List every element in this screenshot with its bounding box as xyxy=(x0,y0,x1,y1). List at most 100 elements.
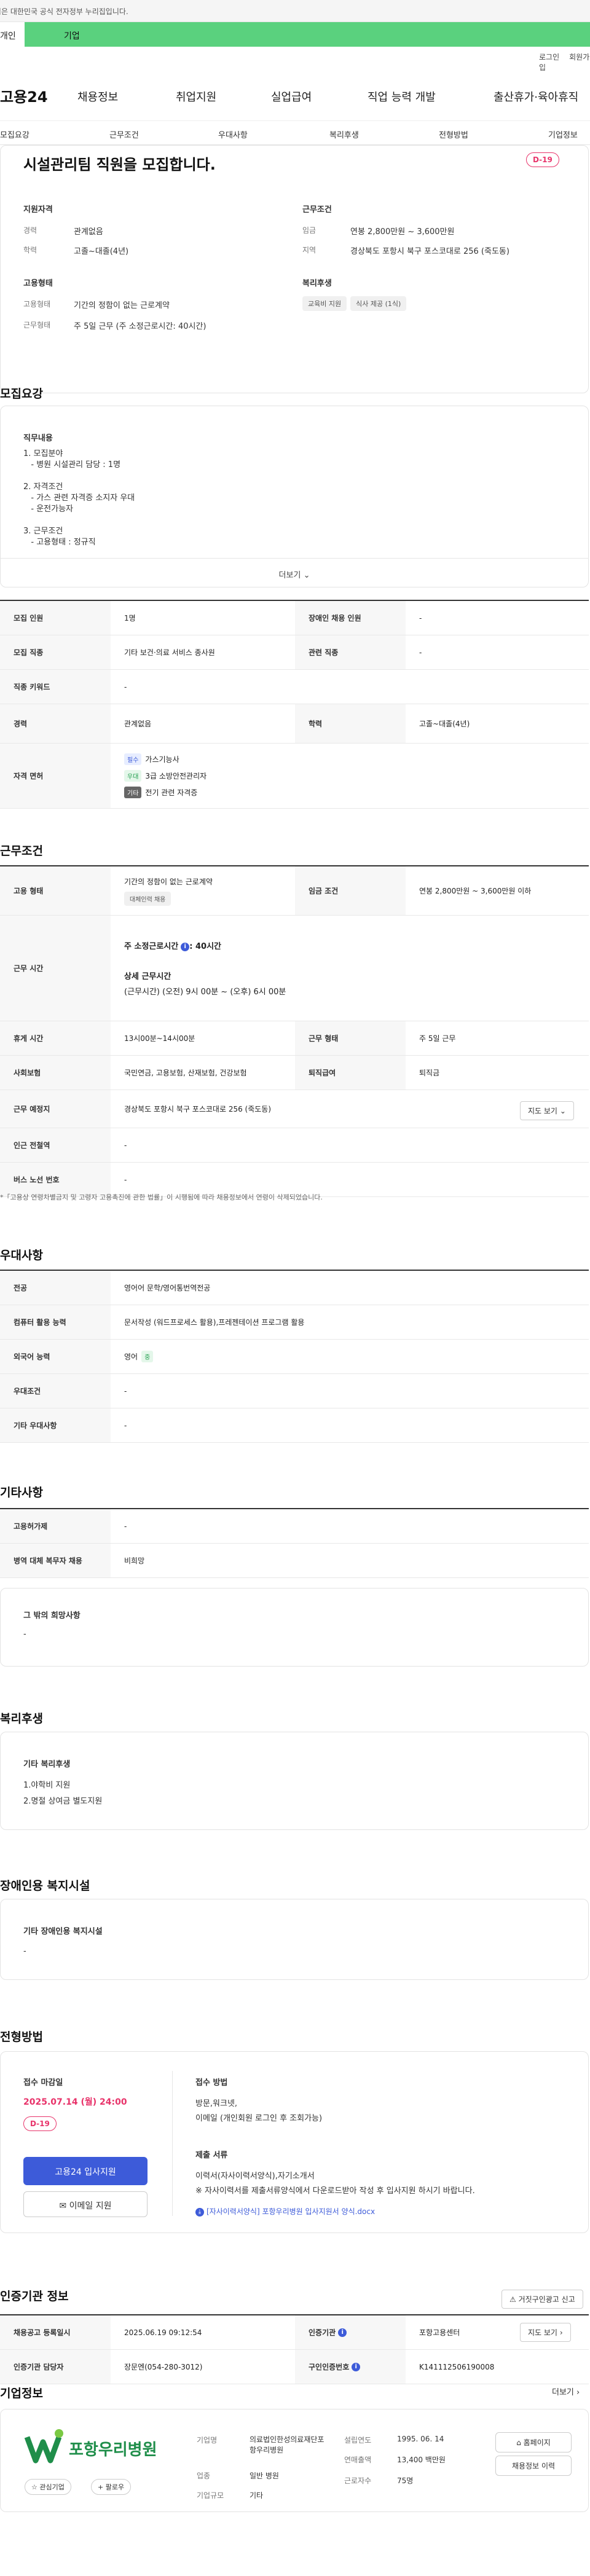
field-value: 13,400 백만원 xyxy=(397,2456,446,2464)
th-cell: 병역 대체 복무자 채용 xyxy=(0,1544,111,1577)
info-icon[interactable]: i xyxy=(181,942,190,951)
th-cell: 장애인 채용 인원 xyxy=(295,601,406,635)
job-history-button[interactable]: 채용정보 이력 xyxy=(495,2456,572,2476)
snb-recruit[interactable]: 모집요강 xyxy=(0,128,30,140)
table-row: 자격 면허 필수 가스기능사 우대 3급 소방안전관리자 기타 전기 관련 자격증 xyxy=(0,744,589,809)
field-value: 의료법인한성의료재단포항우리병원 xyxy=(250,2435,324,2454)
cert-item: 기타 전기 관련 자격증 xyxy=(124,787,197,798)
td-cell: 국민연금, 고용보험, 산재보험, 건강보험 xyxy=(124,1069,247,1077)
job-history-label: 채용정보 이력 xyxy=(511,2462,556,2470)
hours-head-label: 주 소정근로시간 xyxy=(124,942,179,951)
th-cell: 직종 키워드 xyxy=(0,670,111,704)
age-note: *「고용상 연령차별금지 및 고령자 고용촉진에 관한 법률」이 시행됨에 따라… xyxy=(0,1193,323,1201)
th-cell: 전공 xyxy=(0,1271,111,1305)
th-cell: 외국어 능력 xyxy=(0,1340,111,1373)
cond-value: 경상북도 포항시 북구 포스코대로 256 (죽도동) xyxy=(350,247,509,256)
tab-company-label: 기업 xyxy=(64,31,80,41)
homepage-button[interactable]: ⌂ 홈페이지 xyxy=(495,2432,572,2452)
field-key: 근로자수 xyxy=(344,2476,372,2485)
field-key: 기업명 xyxy=(197,2436,218,2444)
login-link[interactable]: 로그인 xyxy=(539,53,559,61)
disab-value: - xyxy=(23,1947,26,1956)
homepage-label: 홈페이지 xyxy=(523,2438,551,2447)
td-cell: 영어 중 xyxy=(111,1340,589,1373)
method-line: 방문,워크넷, xyxy=(195,2099,238,2108)
tab-personal[interactable]: 개인 xyxy=(0,22,25,47)
cond-key: 지역 xyxy=(302,246,317,254)
apply-button[interactable]: 고용24 입사지원 xyxy=(23,2157,148,2185)
follow-button[interactable]: + 팔로우 xyxy=(91,2479,132,2495)
th-cell: 자격 면허 xyxy=(0,744,111,808)
th-cell: 경력 xyxy=(0,704,111,743)
field-value: 일반 병원 xyxy=(250,2472,279,2480)
divider xyxy=(172,2071,173,2216)
th-cell: 모집 인원 xyxy=(0,601,111,635)
cond-key: 임금 xyxy=(302,226,317,235)
tab-company[interactable]: 기업 xyxy=(64,29,80,42)
map-button[interactable]: 지도 보기 ⌄ xyxy=(520,1101,574,1120)
th-cell: 휴게 시간 xyxy=(0,1021,111,1055)
qual-value: 관계없음 xyxy=(74,227,103,237)
company-more-link[interactable]: 더보기 › xyxy=(552,2386,580,2397)
certorg-heading: 인증기관 정보 xyxy=(0,2290,69,2303)
td-cell: 장문엔(054-280-3012) xyxy=(124,2363,203,2371)
th-cell: 학력 xyxy=(295,704,406,743)
table-row: 우대조건 - xyxy=(0,1374,589,1408)
gnb-jobs[interactable]: 채용정보 xyxy=(77,88,118,104)
td-cell: 13시00분~14시00분 xyxy=(124,1034,195,1043)
welfare-line: 1.야학비 지원 xyxy=(23,1781,71,1790)
snb-welfare[interactable]: 복리후생 xyxy=(329,128,359,140)
table-row: 병역 대체 복무자 채용 비희망 xyxy=(0,1544,589,1578)
snb-process[interactable]: 전형방법 xyxy=(439,128,468,140)
favorite-button[interactable]: ☆ 관심기업 xyxy=(25,2479,71,2495)
docs-label: 제출 서류 xyxy=(195,2151,228,2160)
td-cell: 퇴직금 xyxy=(419,1069,440,1077)
site-logo[interactable]: 고용24 xyxy=(0,85,48,106)
gnb-support[interactable]: 취업지원 xyxy=(176,88,216,104)
lang-value: 영어 xyxy=(124,1353,138,1361)
certorg-map-button[interactable]: 지도 보기 › xyxy=(520,2323,571,2342)
info-icon[interactable]: i xyxy=(338,2328,347,2337)
follow-label: 팔로우 xyxy=(105,2483,125,2491)
cond-title: 근무조건 xyxy=(302,205,332,214)
email-apply-button[interactable]: ✉ 이메일 지원 xyxy=(23,2191,148,2217)
field-value: 1995. 06. 14 xyxy=(397,2435,444,2443)
apply-button-label: 고용24 입사지원 xyxy=(55,2167,116,2177)
gnb-parental-leave[interactable]: 출산휴가·육아휴직 xyxy=(494,88,578,104)
table-row: 컴퓨터 활용 능력 문서작성 (워드프로세스 활용),프레젠테이션 프로그램 활… xyxy=(0,1305,589,1340)
gnb-training[interactable]: 직업 능력 개발 xyxy=(368,88,436,104)
cert-tag: 우대 xyxy=(124,770,142,782)
favorite-label: 관심기업 xyxy=(39,2483,65,2491)
table-row: 인근 전철역 - xyxy=(0,1128,589,1163)
tab-personal-label: 개인 xyxy=(0,31,16,41)
global-nav: 고용24 채용정보 취업지원 실업급여 직업 능력 개발 출산휴가·육아휴직 xyxy=(0,76,590,116)
other-label: 그 밖의 희망사항 xyxy=(23,1611,81,1620)
utility-nav: 로그인 회원가입 xyxy=(539,52,590,73)
snb-work[interactable]: 근무조건 xyxy=(109,128,139,140)
emp-key: 고용형태 xyxy=(23,300,51,308)
table-row: 기타 우대사항 - xyxy=(0,1408,589,1443)
chevron-down-icon: ⌄ xyxy=(559,1107,566,1115)
report-button[interactable]: ⚠ 거짓구인광고 신고 xyxy=(502,2290,583,2309)
map-button-label: 지도 보기 xyxy=(528,1107,557,1115)
more-button[interactable]: 더보기 ⌄ xyxy=(0,558,589,587)
table-row: 채용공고 등록일시 2025.06.19 09:12:54 인증기관 i 포항고용… xyxy=(0,2315,589,2350)
info-icon[interactable]: i xyxy=(352,2362,361,2371)
th-cell: 모집 직종 xyxy=(0,635,111,669)
td-cell: 연봉 2,800만원 ~ 3,600만원 이하 xyxy=(419,887,532,895)
disab-heading: 장애인용 복지시설 xyxy=(0,1879,90,1893)
table-row: 경력 관계없음 학력 고졸~대졸(4년) xyxy=(0,704,589,744)
snb-pref[interactable]: 우대사항 xyxy=(218,128,248,140)
snb-company[interactable]: 기업정보 xyxy=(548,128,578,140)
company-logo: 포항우리병원 xyxy=(23,2424,159,2473)
table-row: 휴게 시간 13시00분~14시00분 근무 형태 주 5일 근무 xyxy=(0,1021,589,1056)
attachment-icon: ⤓ xyxy=(195,2207,204,2217)
chevron-right-icon: › xyxy=(559,2328,563,2337)
th-cell: 근무 형태 xyxy=(295,1021,406,1055)
attachment-link[interactable]: ⤓ [자사이력서양식] 포항우리병원 입사지원서 양식.docx xyxy=(195,2206,375,2217)
gnb-unemployment[interactable]: 실업급여 xyxy=(271,88,312,104)
th-cell: 구인인증번호 i xyxy=(295,2350,406,2384)
hours-value: : 40시간 xyxy=(189,942,221,951)
table-row: 사회보험 국민연금, 고용보험, 산재보험, 건강보험 퇴직급여 퇴직금 xyxy=(0,1056,589,1090)
dday-badge: D-19 xyxy=(526,152,559,167)
